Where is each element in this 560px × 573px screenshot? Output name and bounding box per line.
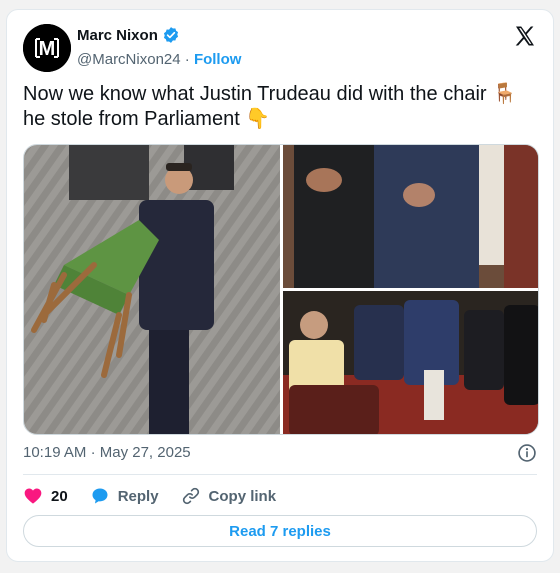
avatar[interactable]: M [23, 24, 71, 72]
x-logo-icon[interactable] [513, 24, 537, 48]
avatar-letter: M [39, 38, 56, 60]
tweet-time: 10:19 AM [23, 444, 87, 461]
copy-link-label: Copy link [208, 487, 277, 505]
photo-close-up-suits[interactable] [283, 145, 539, 288]
action-bar: 20 Reply Copy link [23, 485, 298, 507]
author-name-row: Marc Nixon [77, 26, 180, 44]
reply-button[interactable]: Reply [90, 486, 159, 506]
author-handle[interactable]: @MarcNixon24 [77, 51, 181, 68]
author-name[interactable]: Marc Nixon [77, 27, 158, 44]
author-handle-row: @MarcNixon24 · Follow [77, 51, 241, 68]
tweet-date: May 27, 2025 [99, 444, 191, 461]
tweet-timestamp[interactable]: 10:19 AM · May 27, 2025 [23, 444, 191, 461]
read-replies-button[interactable]: Read 7 replies [23, 515, 537, 547]
like-count: 20 [51, 487, 68, 505]
divider [23, 474, 537, 475]
follow-button[interactable]: Follow [194, 51, 242, 68]
like-button[interactable]: 20 [23, 486, 68, 506]
info-icon[interactable] [517, 443, 537, 463]
link-icon [182, 487, 199, 505]
media-grid [24, 145, 539, 435]
tweet-text-line-2: he stole from Parliament 👇 [23, 108, 271, 130]
reply-bubble-icon [92, 488, 108, 504]
reply-label: Reply [117, 487, 159, 505]
tweet-media[interactable] [23, 144, 539, 435]
timestamp-separator: · [90, 444, 96, 461]
tweet-text: Now we know what Justin Trudeau did with… [23, 82, 523, 132]
heart-icon [24, 488, 42, 504]
verified-badge-icon [163, 27, 178, 43]
photo-trudeau-with-chair[interactable] [24, 145, 280, 435]
handle-separator: · [184, 51, 190, 68]
copy-link-button[interactable]: Copy link [181, 486, 277, 506]
avatar-logo-icon: M [23, 24, 71, 72]
tweet-text-line-1: Now we know what Justin Trudeau did with… [23, 83, 518, 105]
photo-seated-audience[interactable] [283, 291, 539, 435]
tweet-card: M Marc Nixon @MarcNixon24 · Follow Now w… [6, 9, 554, 562]
